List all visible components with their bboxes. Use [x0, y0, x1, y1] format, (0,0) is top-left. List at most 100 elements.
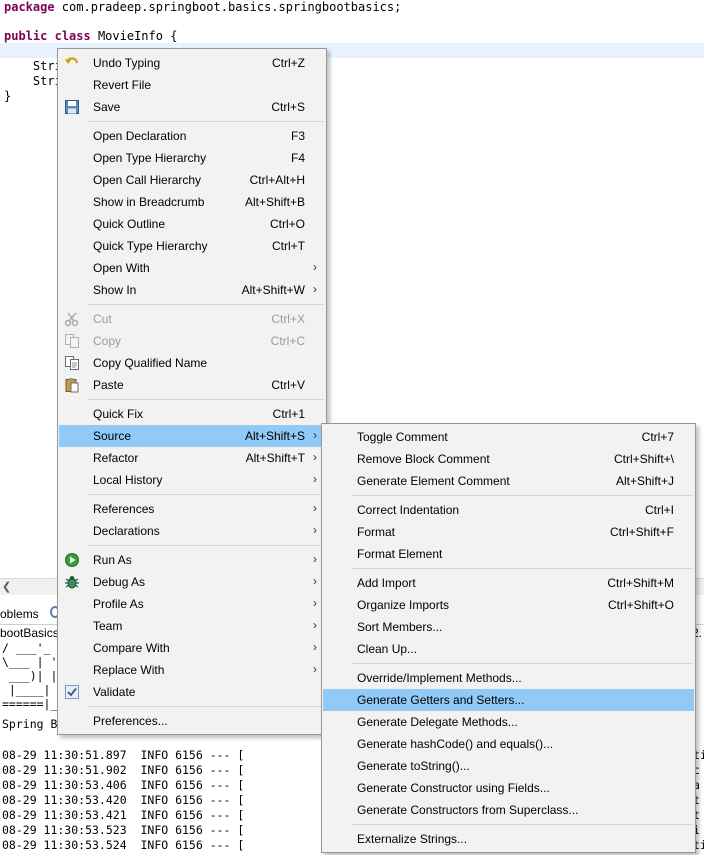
- console-log-line: 08-29 11:30:53.524 INFO 6156 --- [: [2, 838, 245, 852]
- chevron-right-icon: ›: [313, 574, 317, 588]
- menu-separator: [88, 304, 324, 305]
- menu-item-quick-fix[interactable]: Quick Fix Ctrl+1: [59, 403, 325, 425]
- editor-context-menu: Undo Typing Ctrl+Z Revert File Save Ctrl…: [57, 48, 327, 735]
- menu-item-run-as[interactable]: Run As ›: [59, 549, 325, 571]
- undo-icon: [65, 57, 79, 64]
- console-title: bootBasics.: [0, 626, 63, 640]
- copy-icon: [65, 334, 79, 348]
- menu-item-refactor[interactable]: Refactor Alt+Shift+T ›: [59, 447, 325, 469]
- menu-separator: [352, 568, 693, 569]
- console-banner-line: |____| .: [2, 683, 65, 697]
- menu-item-profile-as[interactable]: Profile As ›: [59, 593, 325, 615]
- menu-item-open-declaration[interactable]: Open Declaration F3: [59, 125, 325, 147]
- menu-item-open-with[interactable]: Open With ›: [59, 257, 325, 279]
- submenu-item-generate-delegate-methods[interactable]: Generate Delegate Methods...: [323, 711, 694, 733]
- paste-icon: [65, 378, 79, 393]
- menu-separator: [352, 824, 693, 825]
- menu-item-revert-file[interactable]: Revert File: [59, 74, 325, 96]
- chevron-right-icon: ›: [313, 428, 317, 442]
- submenu-item-override-implement-methods[interactable]: Override/Implement Methods...: [323, 667, 694, 689]
- menu-item-team[interactable]: Team ›: [59, 615, 325, 637]
- submenu-item-generate-getters-and-setters[interactable]: Generate Getters and Setters...: [323, 689, 694, 711]
- submenu-item-format-element[interactable]: Format Element: [323, 543, 694, 565]
- submenu-item-generate-constructors-from-superclass[interactable]: Generate Constructors from Superclass...: [323, 799, 694, 821]
- menu-item-show-in-breadcrumb[interactable]: Show in Breadcrumb Alt+Shift+B: [59, 191, 325, 213]
- menu-item-quick-outline[interactable]: Quick Outline Ctrl+O: [59, 213, 325, 235]
- menu-item-show-in[interactable]: Show In Alt+Shift+W ›: [59, 279, 325, 301]
- save-icon: [65, 100, 79, 114]
- menu-separator: [88, 494, 324, 495]
- chevron-right-icon: ›: [313, 640, 317, 654]
- menu-item-preferences[interactable]: Preferences...: [59, 710, 325, 732]
- submenu-item-generate-hashcode-equals[interactable]: Generate hashCode() and equals()...: [323, 733, 694, 755]
- menu-item-replace-with[interactable]: Replace With ›: [59, 659, 325, 681]
- submenu-item-correct-indentation[interactable]: Correct Indentation Ctrl+I: [323, 499, 694, 521]
- tab-problems[interactable]: oblems: [0, 607, 39, 621]
- console-log-line: 08-29 11:30:53.523 INFO 6156 --- [: [2, 823, 245, 837]
- menu-item-source[interactable]: Source Alt+Shift+S ›: [59, 425, 325, 447]
- code-line-closing-brace: }: [4, 89, 12, 103]
- submenu-item-add-import[interactable]: Add Import Ctrl+Shift+M: [323, 572, 694, 594]
- console-banner-line: ======|_|: [2, 697, 65, 711]
- console-banner-line: / ___'_: [2, 641, 51, 655]
- console-log-line: 08-29 11:30:51.902 INFO 6156 --- [: [2, 763, 245, 777]
- chevron-right-icon: ›: [313, 662, 317, 676]
- menu-separator: [352, 495, 693, 496]
- console-banner-line: ___)| |: [2, 669, 58, 683]
- menu-separator: [88, 545, 324, 546]
- submenu-item-externalize-strings[interactable]: Externalize Strings...: [323, 828, 694, 850]
- submenu-item-format[interactable]: Format Ctrl+Shift+F: [323, 521, 694, 543]
- debug-icon: [65, 576, 79, 589]
- code-line-field: Stri: [4, 74, 62, 88]
- console-log-line: 08-29 11:30:53.406 INFO 6156 --- [: [2, 778, 245, 792]
- menu-item-quick-type-hierarchy[interactable]: Quick Type Hierarchy Ctrl+T: [59, 235, 325, 257]
- menu-item-compare-with[interactable]: Compare With ›: [59, 637, 325, 659]
- menu-item-validate[interactable]: Validate: [59, 681, 325, 703]
- chevron-right-icon: ›: [313, 596, 317, 610]
- menu-item-save[interactable]: Save Ctrl+S: [59, 96, 325, 118]
- cut-icon: [64, 312, 79, 327]
- console-banner-line: Spring Bo: [2, 717, 65, 731]
- submenu-item-remove-block-comment[interactable]: Remove Block Comment Ctrl+Shift+\: [323, 448, 694, 470]
- menu-item-open-call-hierarchy[interactable]: Open Call Hierarchy Ctrl+Alt+H: [59, 169, 325, 191]
- run-icon: [65, 553, 79, 567]
- submenu-item-organize-imports[interactable]: Organize Imports Ctrl+Shift+O: [323, 594, 694, 616]
- menu-item-paste[interactable]: Paste Ctrl+V: [59, 374, 325, 396]
- submenu-item-generate-element-comment[interactable]: Generate Element Comment Alt+Shift+J: [323, 470, 694, 492]
- submenu-item-toggle-comment[interactable]: Toggle Comment Ctrl+7: [323, 426, 694, 448]
- code-line-field: Stri: [4, 59, 62, 73]
- source-submenu: Toggle Comment Ctrl+7 Remove Block Comme…: [321, 423, 696, 853]
- menu-separator: [88, 121, 324, 122]
- chevron-right-icon: ›: [313, 523, 317, 537]
- menu-item-copy-qualified-name[interactable]: Copy Qualified Name: [59, 352, 325, 374]
- chevron-right-icon: ›: [313, 618, 317, 632]
- submenu-item-generate-tostring[interactable]: Generate toString()...: [323, 755, 694, 777]
- submenu-item-sort-members[interactable]: Sort Members...: [323, 616, 694, 638]
- chevron-right-icon: ›: [313, 282, 317, 296]
- scroll-left-icon[interactable]: ❮: [2, 580, 11, 593]
- chevron-right-icon: ›: [313, 450, 317, 464]
- console-log-line: 08-29 11:30:51.897 INFO 6156 --- [: [2, 748, 245, 762]
- chevron-right-icon: ›: [313, 552, 317, 566]
- console-log-line: 08-29 11:30:53.421 INFO 6156 --- [: [2, 808, 245, 822]
- menu-separator: [352, 663, 693, 664]
- menu-item-local-history[interactable]: Local History ›: [59, 469, 325, 491]
- menu-item-debug-as[interactable]: Debug As ›: [59, 571, 325, 593]
- submenu-item-generate-constructor-using-fields[interactable]: Generate Constructor using Fields...: [323, 777, 694, 799]
- menu-separator: [88, 399, 324, 400]
- code-line-package: package com.pradeep.springboot.basics.sp…: [4, 0, 402, 14]
- menu-item-copy[interactable]: Copy Ctrl+C: [59, 330, 325, 352]
- console-log-line: 08-29 11:30:53.420 INFO 6156 --- [: [2, 793, 245, 807]
- menu-item-undo-typing[interactable]: Undo Typing Ctrl+Z: [59, 52, 325, 74]
- menu-item-open-type-hierarchy[interactable]: Open Type Hierarchy F4: [59, 147, 325, 169]
- submenu-item-clean-up[interactable]: Clean Up...: [323, 638, 694, 660]
- menu-separator: [88, 706, 324, 707]
- checkmark-icon: [65, 685, 79, 699]
- chevron-right-icon: ›: [313, 501, 317, 515]
- chevron-right-icon: ›: [313, 472, 317, 486]
- menu-item-references[interactable]: References ›: [59, 498, 325, 520]
- menu-item-declarations[interactable]: Declarations ›: [59, 520, 325, 542]
- chevron-right-icon: ›: [313, 260, 317, 274]
- menu-item-cut[interactable]: Cut Ctrl+X: [59, 308, 325, 330]
- copy-qualified-name-icon: [65, 356, 79, 370]
